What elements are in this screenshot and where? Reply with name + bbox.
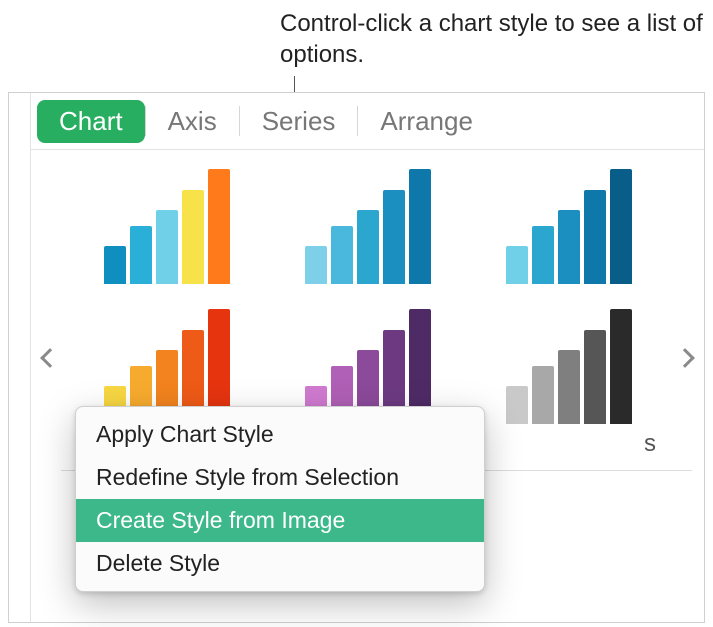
bar-icon bbox=[506, 386, 528, 424]
bar-icon bbox=[558, 350, 580, 424]
bar-icon bbox=[104, 246, 126, 284]
bar-icon bbox=[182, 190, 204, 284]
chart-options-label-fragment: s bbox=[644, 430, 656, 458]
bar-icon bbox=[357, 210, 379, 284]
help-caption: Control-click a chart style to see a lis… bbox=[280, 8, 713, 70]
inspector-tabbar: Chart Axis Series Arrange bbox=[31, 93, 704, 149]
bar-icon bbox=[208, 169, 230, 284]
bar-icon bbox=[506, 246, 528, 284]
bar-icon bbox=[584, 190, 606, 284]
menu-create-style-from-image[interactable]: Create Style from Image bbox=[76, 499, 484, 542]
chart-style-thumb[interactable] bbox=[483, 304, 654, 424]
styles-prev-button[interactable] bbox=[35, 338, 65, 378]
tab-chart[interactable]: Chart bbox=[37, 100, 145, 143]
bar-icon bbox=[532, 226, 554, 284]
tab-arrange[interactable]: Arrange bbox=[358, 100, 495, 143]
bar-icon bbox=[383, 190, 405, 284]
chevron-left-icon bbox=[40, 348, 60, 368]
panel-left-gutter bbox=[9, 93, 31, 622]
chart-style-context-menu: Apply Chart Style Redefine Style from Se… bbox=[75, 406, 485, 592]
chart-style-thumb[interactable] bbox=[81, 164, 252, 284]
bar-icon bbox=[130, 226, 152, 284]
bar-icon bbox=[156, 210, 178, 284]
bar-icon bbox=[558, 210, 580, 284]
chart-style-grid bbox=[81, 164, 654, 424]
chart-style-thumb[interactable] bbox=[483, 164, 654, 284]
chevron-right-icon bbox=[675, 348, 695, 368]
menu-delete-style[interactable]: Delete Style bbox=[76, 542, 484, 585]
chart-style-thumb[interactable] bbox=[282, 164, 453, 284]
bar-icon bbox=[610, 309, 632, 424]
bar-icon bbox=[532, 366, 554, 424]
menu-apply-chart-style[interactable]: Apply Chart Style bbox=[76, 413, 484, 456]
bar-icon bbox=[584, 330, 606, 424]
tab-axis[interactable]: Axis bbox=[146, 100, 239, 143]
bar-icon bbox=[409, 169, 431, 284]
inspector-panel: Chart Axis Series Arrange bbox=[8, 92, 705, 623]
styles-next-button[interactable] bbox=[670, 338, 700, 378]
chart-style-area: s Apply Chart Style Redefine Style from … bbox=[31, 149, 704, 622]
tab-series[interactable]: Series bbox=[240, 100, 358, 143]
bar-icon bbox=[331, 226, 353, 284]
bar-icon bbox=[305, 246, 327, 284]
bar-icon bbox=[610, 169, 632, 284]
menu-redefine-style[interactable]: Redefine Style from Selection bbox=[76, 456, 484, 499]
